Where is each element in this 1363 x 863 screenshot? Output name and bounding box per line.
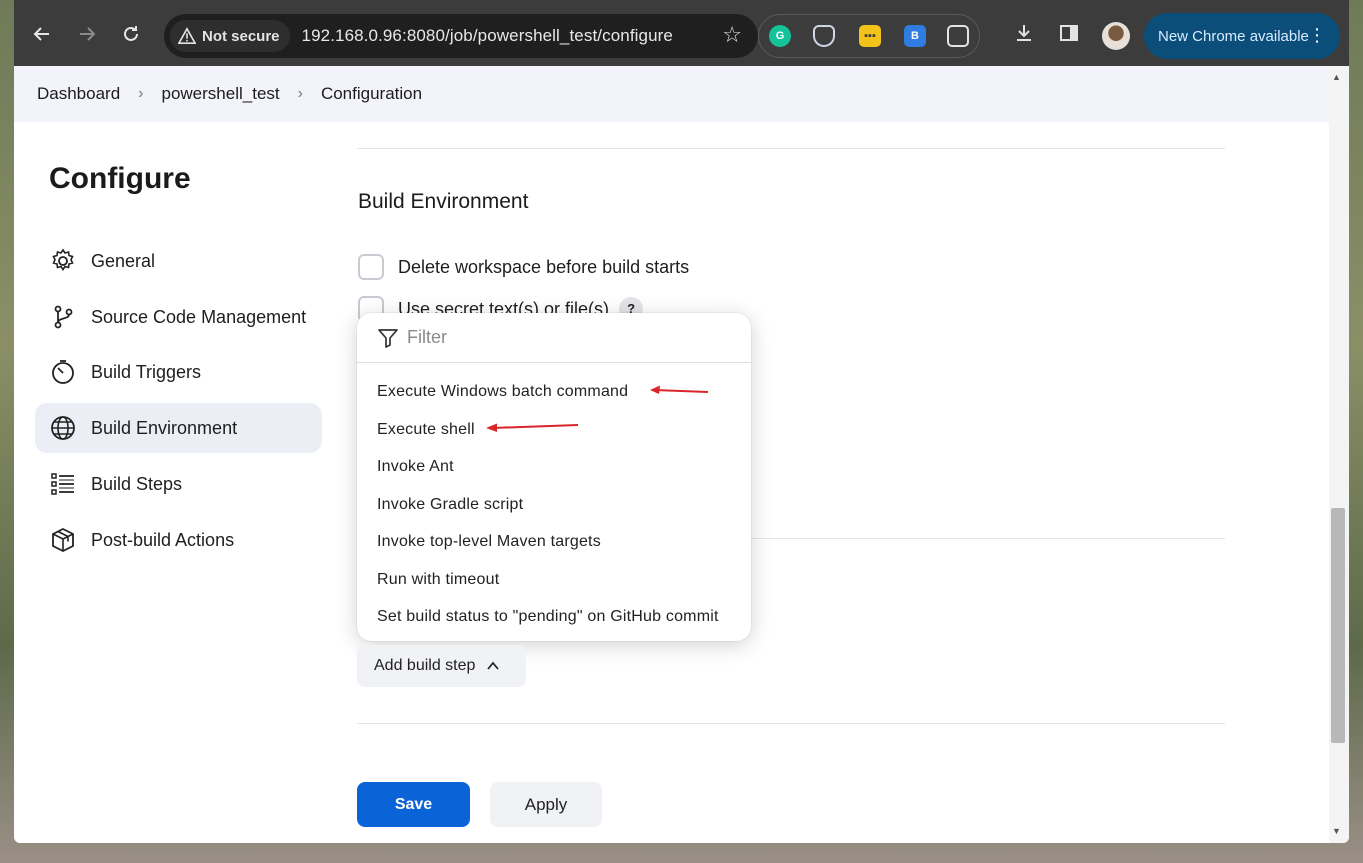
timer-icon [49,358,77,386]
browser-window: Not secure 192.168.0.96:8080/job/powersh… [14,0,1349,843]
package-icon [49,526,77,554]
chevron-up-icon [487,661,500,670]
breadcrumb-configuration[interactable]: Configuration [321,84,422,104]
download-glyph-icon [1017,25,1031,41]
annotation-arrow-1 [650,385,709,394]
delete-workspace-checkbox[interactable] [358,254,384,280]
back-arrow-icon [33,27,49,41]
sidebar-item-label: General [91,250,156,271]
add-build-step-menu: Execute Windows batch command Execute sh… [357,313,751,641]
sidebar-item-label: Build Triggers [91,361,202,382]
side-panel-glyph-icon [1060,25,1078,41]
sidebar-item-source-code-management[interactable]: Source Code Management [35,292,322,342]
extensions-group: G ▪▪▪ B [758,14,980,58]
menu-item-invoke-maven[interactable]: Invoke top-level Maven targets [377,533,601,551]
url-text[interactable]: 192.168.0.96:8080/job/powershell_test/co… [302,26,673,46]
section-title: Build Environment [358,190,529,213]
sidebar-item-build-triggers[interactable]: Build Triggers [35,347,322,397]
scrollbar-thumb[interactable] [1331,508,1345,743]
sidebar-item-post-build-actions[interactable]: Post-build Actions [35,515,322,565]
section-divider [357,723,1225,724]
new-chrome-button[interactable]: New Chrome available ⋮ [1144,13,1340,59]
breadcrumb: Dashboard › powershell_test › Configurat… [14,66,1349,122]
branch-icon [49,303,77,331]
download-icon[interactable] [1012,22,1036,46]
filter-row [357,313,751,363]
profile-avatar[interactable] [1102,22,1130,50]
update-label: New Chrome available [1158,27,1309,45]
chevron-right-icon: › [297,85,303,102]
reload-icon [124,26,138,41]
menu-item-github-pending[interactable]: Set build status to "pending" on GitHub … [377,608,719,626]
warning-triangle-icon [178,27,196,45]
menu-item-run-with-timeout[interactable]: Run with timeout [377,571,499,589]
scroll-down-arrow-icon[interactable]: ▼ [1332,826,1341,836]
address-bar[interactable]: Not secure 192.168.0.96:8080/job/powersh… [164,14,758,58]
back-button[interactable] [28,20,56,48]
add-build-step-button[interactable]: Add build step [357,645,526,687]
breadcrumb-dashboard[interactable]: Dashboard [37,84,120,104]
sidebar-item-build-steps[interactable]: Build Steps [35,459,322,509]
list-icon [49,470,77,498]
menu-item-windows-batch[interactable]: Execute Windows batch command [377,383,628,401]
filter-funnel-icon [378,328,398,348]
security-label: Not secure [202,27,280,45]
reload-button[interactable] [117,20,145,48]
menu-item-invoke-ant[interactable]: Invoke Ant [377,458,454,476]
bookmark-star-icon[interactable]: ☆ [722,22,742,48]
puzzle-extensions-icon[interactable] [947,25,969,47]
chevron-right-icon: › [138,85,144,102]
delete-workspace-option[interactable]: Delete workspace before build starts [358,254,689,280]
sidebar-item-build-environment[interactable]: Build Environment [35,403,322,453]
forward-button[interactable] [73,20,101,48]
forward-arrow-icon [80,27,96,41]
menu-dots-icon[interactable]: ⋮ [1308,23,1326,47]
sidebar-item-label: Post-build Actions [91,529,235,550]
sidebar-item-label: Source Code Management [91,306,307,327]
sidebar-title: Configure [49,162,191,195]
sidebar-item-label: Build Environment [91,417,238,438]
side-panel-icon[interactable] [1057,22,1081,46]
grammarly-icon[interactable]: G [769,25,791,47]
sidebar-item-label: Build Steps [91,473,183,494]
section-divider [357,148,1225,149]
apply-button[interactable]: Apply [490,782,602,827]
globe-icon [49,414,77,442]
annotation-arrow-2 [486,423,579,432]
translate-extension-icon[interactable]: B [904,25,926,47]
checkbox-label: Delete workspace before build starts [398,256,690,277]
menu-item-invoke-gradle[interactable]: Invoke Gradle script [377,496,523,514]
scroll-up-arrow-icon[interactable]: ▲ [1332,72,1341,82]
save-button[interactable]: Save [357,782,470,827]
browser-toolbar: Not secure 192.168.0.96:8080/job/powersh… [14,0,1349,66]
add-build-step-label: Add build step [374,657,476,674]
notes-extension-icon[interactable]: ▪▪▪ [859,25,881,47]
filter-input[interactable] [407,327,707,348]
breadcrumb-job[interactable]: powershell_test [162,84,280,104]
sidebar-item-general[interactable]: General [35,236,322,286]
security-chip[interactable]: Not secure [170,20,290,52]
menu-item-execute-shell[interactable]: Execute shell [377,421,475,439]
gear-icon [49,247,77,275]
shield-extension-icon[interactable] [813,25,835,47]
